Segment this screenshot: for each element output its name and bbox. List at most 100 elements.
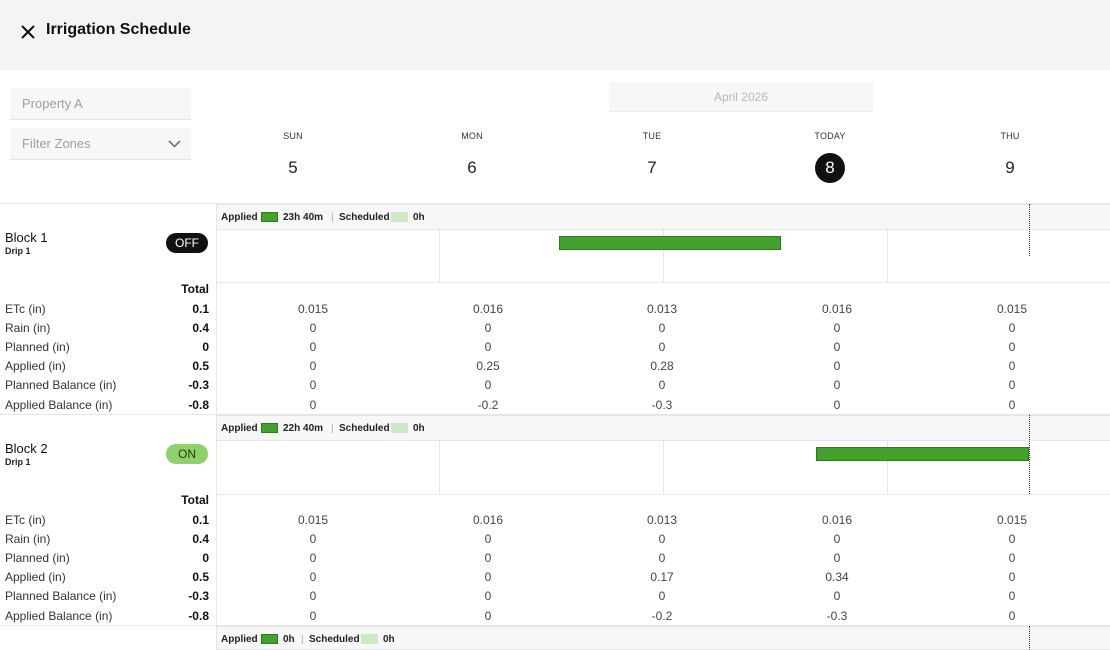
applied-swatch: [261, 423, 278, 433]
table-cell: 0: [833, 551, 841, 565]
table-cell: 0.34: [825, 570, 849, 584]
block-status-toggle[interactable]: ON: [166, 444, 208, 464]
day-header-thu[interactable]: THU 9: [970, 131, 1050, 183]
legend-scheduled-value: 0h: [413, 212, 425, 223]
day-header-sun[interactable]: SUN 5: [253, 131, 333, 183]
scheduled-swatch: [391, 423, 408, 433]
divider: [217, 494, 1110, 495]
row-label: Applied Balance (in): [5, 609, 113, 623]
scheduled-swatch: [391, 212, 408, 222]
table-cell: 0: [484, 570, 492, 584]
scheduled-swatch: [361, 634, 378, 644]
table-cell: 0: [484, 589, 492, 603]
applied-swatch: [261, 634, 278, 644]
table-cell: 0: [1008, 398, 1016, 412]
table-cell: 0: [833, 378, 841, 392]
legend-scheduled-label: Scheduled: [339, 212, 390, 223]
current-time-line: [1029, 415, 1030, 494]
property-field[interactable]: Property A: [10, 88, 191, 120]
table-cell: 0.013: [646, 302, 678, 316]
day-header-today[interactable]: TODAY 8: [790, 131, 870, 183]
table-cell: 0: [484, 340, 492, 354]
legend-applied-value: 22h 40m: [283, 423, 324, 434]
table-cell: 0.016: [821, 302, 853, 316]
row-total: -0.3: [188, 589, 209, 603]
table-cell: 0: [833, 321, 841, 335]
row-label: Planned (in): [5, 551, 70, 565]
schedule-legend: Applied 22h 40m | Scheduled 0h: [217, 415, 1110, 441]
table-cell: 0: [309, 589, 317, 603]
table-cell: 0: [309, 570, 317, 584]
day-header-tue[interactable]: TUE 7: [612, 131, 692, 183]
table-cell: 0: [658, 589, 666, 603]
page-title: Irrigation Schedule: [46, 21, 191, 38]
legend-scheduled-value: 0h: [413, 423, 425, 434]
table-cell: 0.015: [297, 302, 329, 316]
day-number: 6: [467, 158, 477, 177]
applied-swatch: [261, 212, 278, 222]
table-cell: 0: [658, 551, 666, 565]
legend-applied-label: Applied: [221, 212, 258, 223]
table-cell: 0.015: [996, 513, 1028, 527]
table-cell: 0: [1008, 321, 1016, 335]
table-cell: -0.3: [826, 609, 848, 623]
row-label: Applied (in): [5, 359, 66, 373]
table-cell: 0: [1008, 532, 1016, 546]
block-name: Block 1: [5, 230, 48, 245]
row-total: 0.4: [192, 321, 209, 335]
table-cell: 0: [309, 551, 317, 565]
row-total: -0.3: [188, 378, 209, 392]
day-name: SUN: [283, 131, 303, 141]
table-cell: 0: [658, 340, 666, 354]
legend-applied-value: 23h 40m: [283, 212, 324, 223]
row-label: Applied Balance (in): [5, 398, 113, 412]
table-cell: -0.2: [651, 609, 673, 623]
row-label: ETc (in): [5, 302, 46, 316]
row-label: Rain (in): [5, 321, 51, 335]
day-number: 5: [288, 158, 298, 177]
legend-scheduled-value: 0h: [383, 634, 395, 645]
table-cell: 0: [1008, 609, 1016, 623]
day-header-mon[interactable]: MON 6: [432, 131, 512, 183]
day-number: 9: [1005, 158, 1015, 177]
table-cell: 0: [658, 378, 666, 392]
block-subtitle: Drip 1: [5, 457, 31, 467]
table-cell: 0: [833, 589, 841, 603]
table-cell: 0: [833, 532, 841, 546]
chevron-down-icon: [168, 140, 181, 148]
table-cell: 0.17: [650, 570, 674, 584]
total-header: Total: [181, 493, 209, 507]
close-icon[interactable]: [19, 23, 37, 41]
row-label: ETc (in): [5, 513, 46, 527]
table-cell: 0.28: [650, 359, 674, 373]
legend-separator: |: [331, 212, 334, 223]
filter-zones-select[interactable]: Filter Zones: [10, 128, 191, 160]
row-total: 0.5: [192, 570, 209, 584]
legend-separator: |: [301, 634, 304, 645]
legend-scheduled-label: Scheduled: [309, 634, 360, 645]
row-total: -0.8: [188, 609, 209, 623]
block-subtitle: Drip 1: [5, 246, 31, 256]
month-selector[interactable]: April 2026: [609, 82, 873, 112]
current-time-line: [1029, 204, 1030, 256]
table-cell: 0: [1008, 589, 1016, 603]
table-cell: -0.3: [651, 398, 673, 412]
day-name: TUE: [642, 131, 662, 141]
row-label: Planned Balance (in): [5, 378, 117, 392]
legend-separator: |: [331, 423, 334, 434]
day-number-today: 8: [815, 153, 845, 183]
day-number: 7: [647, 158, 657, 177]
table-cell: 0: [309, 359, 317, 373]
applied-irrigation-bar[interactable]: [559, 236, 781, 250]
table-cell: 0.015: [996, 302, 1028, 316]
table-cell: 0: [1008, 570, 1016, 584]
filter-zones-label: Filter Zones: [22, 136, 91, 151]
applied-irrigation-bar[interactable]: [816, 447, 1029, 461]
block-name: Block 2: [5, 441, 48, 456]
table-cell: 0: [484, 532, 492, 546]
row-total: 0: [202, 340, 209, 354]
row-total: 0.5: [192, 359, 209, 373]
block-status-toggle[interactable]: OFF: [166, 233, 208, 253]
legend-scheduled-label: Scheduled: [339, 423, 390, 434]
table-cell: -0.2: [477, 398, 499, 412]
